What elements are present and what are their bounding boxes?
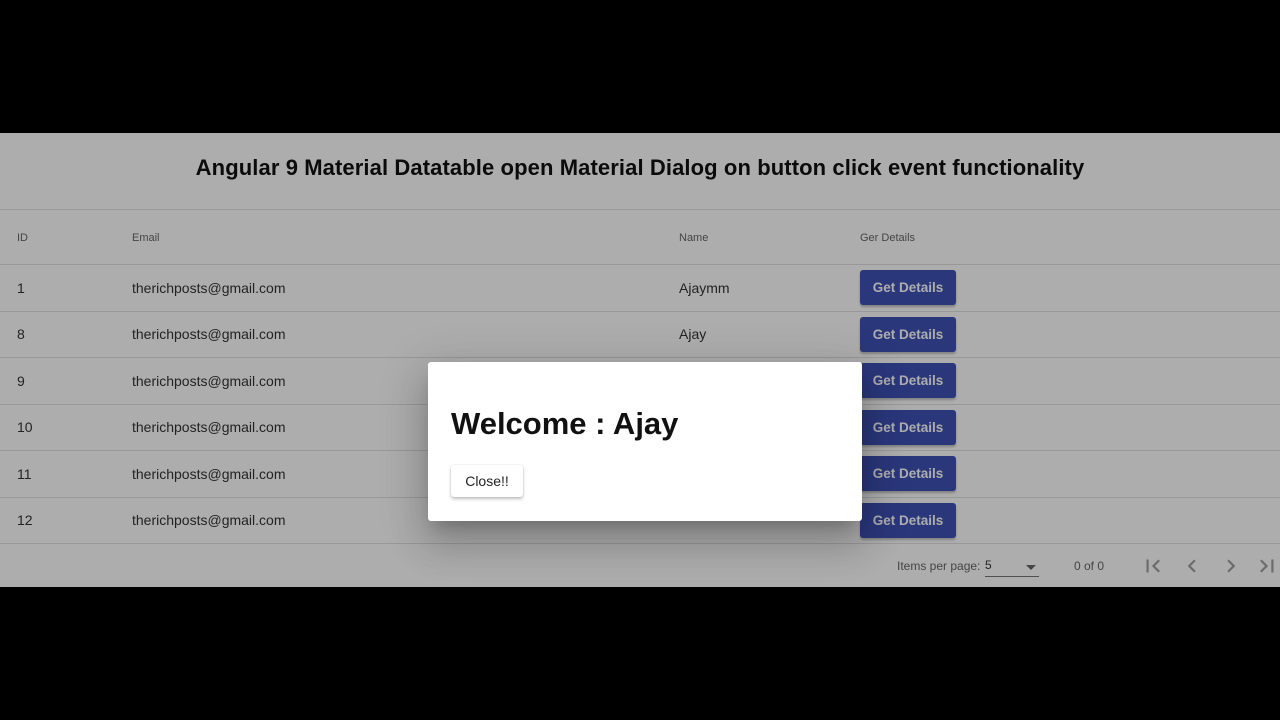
app-frame: Angular 9 Material Datatable open Materi… [0,133,1280,587]
close-button[interactable]: Close!! [451,465,523,497]
welcome-dialog: Welcome : Ajay Close!! [428,362,862,521]
dialog-title: Welcome : Ajay [451,406,679,441]
